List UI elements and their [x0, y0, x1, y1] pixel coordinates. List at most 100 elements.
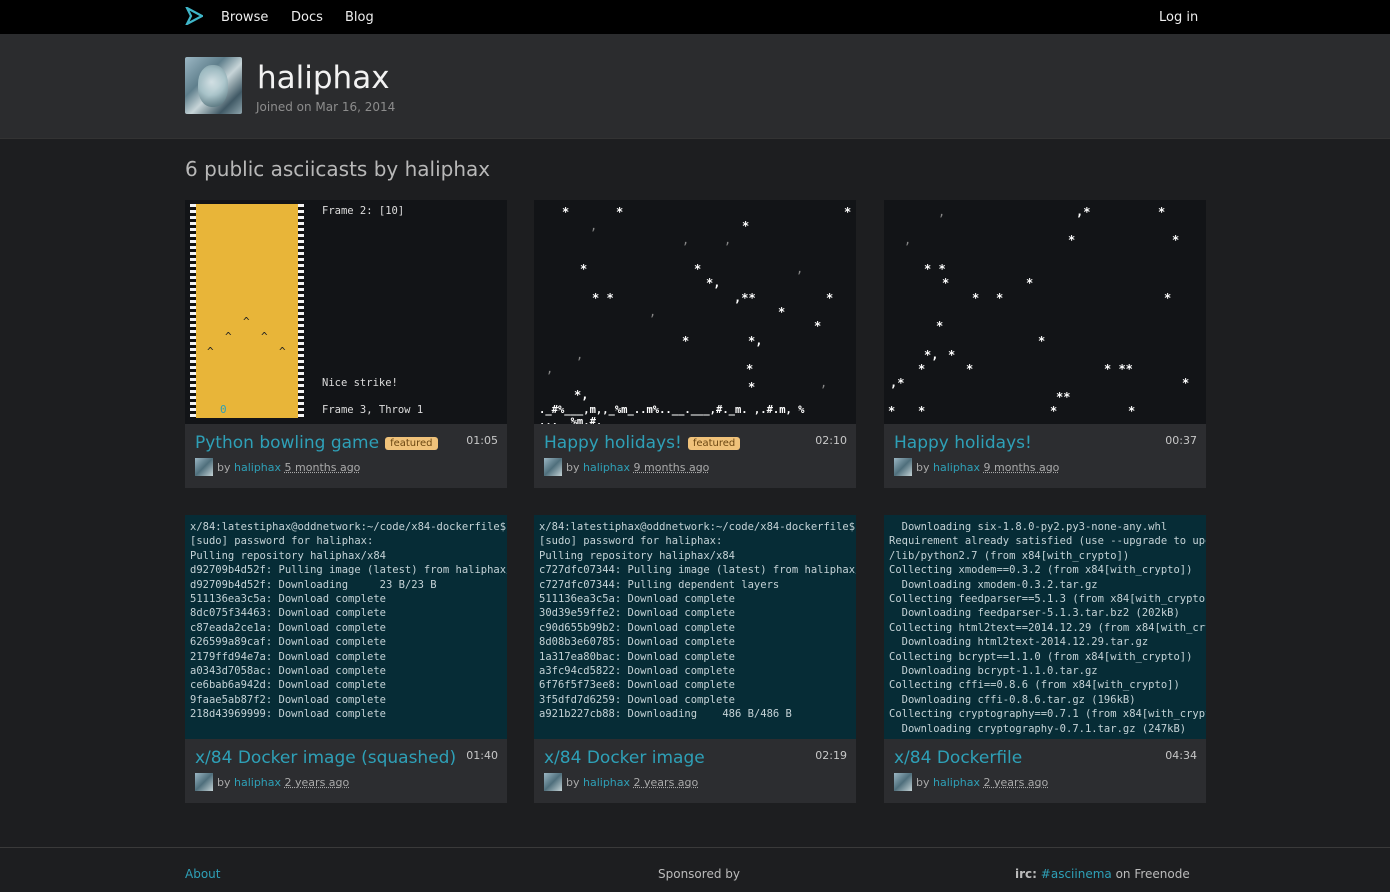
snowflake: , — [724, 233, 732, 247]
top-nav: Browse Docs Blog Log in — [0, 0, 1390, 34]
snowflake: * — [844, 205, 852, 219]
card-thumbnail[interactable]: ^ ^ ^ ^ ^ 0 Frame 2: [10] Nice strike! F… — [185, 200, 507, 424]
snowflake: * — [888, 404, 896, 418]
snowflake: * — [814, 319, 822, 333]
bowling-pin: ^ — [207, 345, 214, 358]
author-avatar — [544, 458, 562, 476]
frame-label: Frame 2: [10] — [322, 205, 405, 217]
author-avatar — [894, 458, 912, 476]
author-link[interactable]: haliphax — [583, 776, 630, 789]
author-link[interactable]: haliphax — [234, 461, 281, 474]
lane-gutter-left — [190, 204, 196, 418]
snowflake: * — [1038, 334, 1046, 348]
profile-header: haliphax Joined on Mar 16, 2014 — [0, 34, 1390, 139]
asciicast-card[interactable]: x/84:latestiphax@oddnetwork:~/code/x84-d… — [185, 515, 507, 803]
author-avatar — [195, 458, 213, 476]
card-meta: by haliphax 2 years ago — [894, 773, 1048, 791]
footer-about-link[interactable]: About — [185, 867, 220, 881]
joined-date: Joined on Mar 16, 2014 — [256, 100, 396, 114]
snowflake: * — [972, 291, 980, 305]
card-thumbnail[interactable]: * * * * , , , * * , *, * * ,** * * , * *… — [534, 200, 856, 424]
snowflake: ,* — [1076, 205, 1091, 219]
featured-badge: featured — [687, 437, 741, 450]
card-title[interactable]: x/84 Dockerfile — [894, 748, 1022, 768]
bowling-ball: 0 — [220, 403, 227, 416]
snowflake: * — [826, 291, 834, 305]
nav-browse[interactable]: Browse — [221, 10, 268, 25]
asciinema-logo-icon[interactable] — [185, 7, 203, 25]
card-meta: by haliphax 2 years ago — [195, 773, 349, 791]
created-time: 9 months ago — [633, 461, 710, 474]
snowflake: * — [746, 362, 754, 376]
snowflake: , — [796, 262, 804, 276]
created-time: 2 years ago — [983, 776, 1049, 789]
avatar — [185, 57, 242, 114]
card-title[interactable]: x/84 Docker image — [544, 748, 705, 768]
snowflake: , — [546, 362, 554, 376]
snowflake: ,** — [734, 291, 756, 305]
footer-irc: irc: #asciinema on Freenode — [1015, 867, 1190, 881]
card-duration: 00:37 — [1165, 434, 1197, 447]
author-link[interactable]: haliphax — [583, 461, 630, 474]
snowflake: , — [938, 205, 946, 219]
login-link[interactable]: Log in — [1159, 10, 1198, 25]
page-title: 6 public asciicasts by haliphax — [185, 157, 491, 181]
snowflake: * — [918, 404, 926, 418]
footer-sponsor: Sponsored by — [658, 867, 740, 881]
snowflake: *, — [706, 276, 721, 290]
author-link[interactable]: haliphax — [234, 776, 281, 789]
bowling-pin: ^ — [279, 345, 286, 358]
card-thumbnail[interactable]: ,* * , * * , * * * * * * * * * *, * * * … — [884, 200, 1206, 424]
author-link[interactable]: haliphax — [933, 776, 980, 789]
asciicast-card[interactable]: * * * * , , , * * , *, * * ,** * * , * *… — [534, 200, 856, 488]
author-link[interactable]: haliphax — [933, 461, 980, 474]
terminal-preview: x/84:latestiphax@oddnetwork:~/code/x84-d… — [539, 521, 856, 721]
card-thumbnail[interactable]: x/84:latestiphax@oddnetwork:~/code/x84-d… — [534, 515, 856, 739]
snowflake: , — [820, 376, 828, 390]
bowling-lane — [190, 204, 304, 418]
snowflake: * — [778, 305, 786, 319]
asciicast-card[interactable]: Downloading six-1.8.0-py2.py3-none-any.w… — [884, 515, 1206, 803]
snowflake: * — [942, 276, 950, 290]
created-time: 2 years ago — [284, 776, 350, 789]
snowflake: *, — [748, 334, 763, 348]
snowflake: * — [748, 380, 756, 394]
snowflake: * — [1164, 291, 1172, 305]
asciicast-card[interactable]: x/84:latestiphax@oddnetwork:~/code/x84-d… — [534, 515, 856, 803]
snowflake: ,* — [890, 376, 905, 390]
snowflake: * * — [592, 291, 614, 305]
snowflake: *, — [924, 348, 939, 362]
asciicast-card[interactable]: ^ ^ ^ ^ ^ 0 Frame 2: [10] Nice strike! F… — [185, 200, 507, 488]
snowflake: * — [966, 362, 974, 376]
card-thumbnail[interactable]: Downloading six-1.8.0-py2.py3-none-any.w… — [884, 515, 1206, 739]
card-title[interactable]: Happy holidays! — [894, 433, 1032, 453]
snowflake: * — [1128, 404, 1136, 418]
nav-docs[interactable]: Docs — [291, 10, 323, 25]
snowflake: * — [742, 219, 750, 233]
snowflake: * — [996, 291, 1004, 305]
card-title[interactable]: Happy holidays! featured — [544, 433, 741, 453]
card-title[interactable]: Python bowling game featured — [195, 433, 438, 453]
bowling-pin: ^ — [243, 315, 250, 328]
card-meta: by haliphax 9 months ago — [544, 458, 709, 476]
snowflake: * — [562, 205, 570, 219]
nav-blog[interactable]: Blog — [345, 10, 374, 25]
bowling-pin: ^ — [225, 330, 232, 343]
terminal-preview: x/84:latestiphax@oddnetwork:~/code/x84-d… — [190, 521, 507, 721]
asciicast-card[interactable]: ,* * , * * , * * * * * * * * * *, * * * … — [884, 200, 1206, 488]
irc-channel-link[interactable]: #asciinema — [1041, 867, 1112, 881]
card-thumbnail[interactable]: x/84:latestiphax@oddnetwork:~/code/x84-d… — [185, 515, 507, 739]
snowflake: * — [1172, 233, 1180, 247]
snowflake: ** — [1056, 390, 1071, 404]
card-title[interactable]: x/84 Docker image (squashed) — [195, 748, 456, 768]
snowflake: * — [936, 319, 944, 333]
card-meta: by haliphax 5 months ago — [195, 458, 360, 476]
author-avatar — [544, 773, 562, 791]
snowflake: * — [682, 334, 690, 348]
card-duration: 01:40 — [466, 749, 498, 762]
created-time: 9 months ago — [983, 461, 1060, 474]
card-duration: 01:05 — [466, 434, 498, 447]
snowflake: *, — [574, 388, 589, 402]
snowflake: , — [682, 233, 690, 247]
card-meta: by haliphax 9 months ago — [894, 458, 1059, 476]
